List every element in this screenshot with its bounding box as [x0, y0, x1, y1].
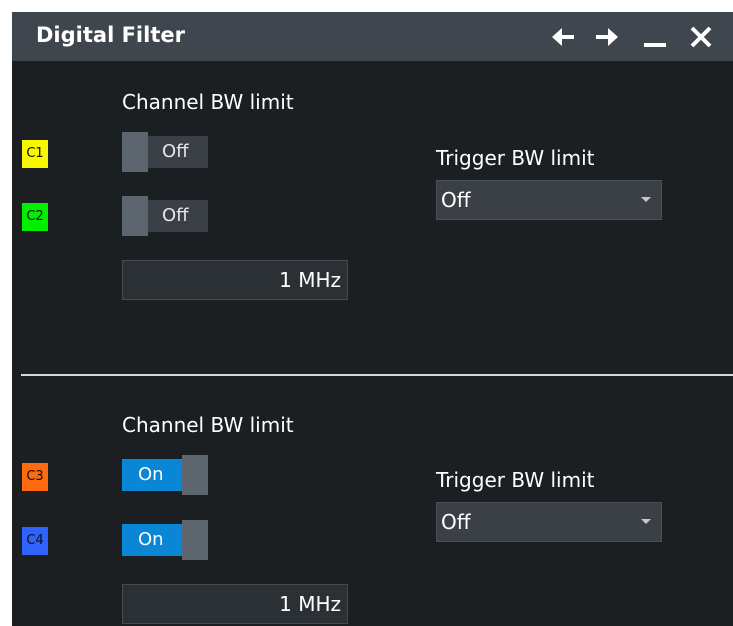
digital-filter-dialog: Digital Filter Channel BW limit C1 Off C… [12, 12, 733, 626]
dropdown-value: Off [441, 510, 471, 534]
channel-bw-limit-label: Channel BW limit [122, 90, 294, 114]
channel-badge-c2: C2 [22, 203, 48, 231]
channel-badge-c4: C4 [22, 527, 48, 555]
toggle-state-label: Off [162, 141, 189, 162]
bw-frequency-field[interactable]: 1 MHz [122, 260, 348, 300]
chevron-down-icon [641, 519, 651, 524]
channel-bw-toggle-c2[interactable]: Off [122, 196, 208, 236]
arrow-left-icon[interactable] [550, 24, 576, 50]
close-icon[interactable] [688, 24, 714, 50]
bw-frequency-field[interactable]: 1 MHz [122, 584, 348, 624]
toggle-thumb[interactable] [122, 132, 148, 172]
toggle-thumb[interactable] [182, 520, 208, 560]
dialog-title: Digital Filter [36, 23, 185, 47]
dropdown-value: Off [441, 188, 471, 212]
trigger-bw-limit-dropdown[interactable]: Off [436, 502, 662, 542]
toggle-state-label: On [138, 529, 164, 550]
chevron-down-icon [641, 197, 651, 202]
channel-bw-toggle-c1[interactable]: Off [122, 132, 208, 172]
channel-badge-c1: C1 [22, 140, 48, 168]
toggle-thumb[interactable] [182, 455, 208, 495]
toggle-state-label: On [138, 464, 164, 485]
channel-bw-limit-label: Channel BW limit [122, 413, 294, 437]
channel-badge-c3: C3 [22, 463, 48, 491]
channel-bw-toggle-c3[interactable]: On [122, 455, 208, 495]
title-bar: Digital Filter [12, 12, 733, 61]
trigger-bw-limit-label: Trigger BW limit [436, 146, 595, 170]
toggle-state-label: Off [162, 205, 189, 226]
minimize-icon[interactable] [642, 24, 668, 50]
toggle-thumb[interactable] [122, 196, 148, 236]
trigger-bw-limit-dropdown[interactable]: Off [436, 180, 662, 220]
trigger-bw-limit-label: Trigger BW limit [436, 468, 595, 492]
arrow-right-icon[interactable] [594, 24, 620, 50]
section-divider [21, 374, 733, 376]
channel-bw-toggle-c4[interactable]: On [122, 520, 208, 560]
